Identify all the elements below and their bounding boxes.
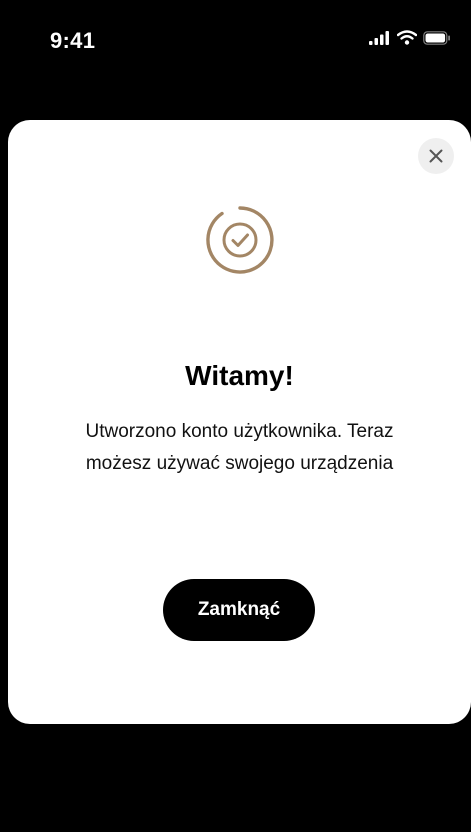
wifi-icon [397,30,417,45]
close-dialog-button[interactable]: Zamknąć [163,579,315,641]
check-circle-icon [206,206,274,274]
close-icon [429,149,443,163]
dialog-title: Witamy! [185,360,294,391]
status-bar: 9:41 [0,0,471,80]
close-button[interactable] [418,138,454,174]
welcome-dialog: Witamy! Utworzono konto użytkownika. Ter… [8,120,471,724]
battery-icon [423,30,450,45]
status-time: 9:41 [50,28,96,53]
app-screen: 9:41 Witamy! Utworzono konto użytkownika… [0,0,471,832]
status-icons [369,30,451,45]
dialog-message: Utworzono konto użytkownika. Teraz możes… [85,421,394,474]
signal-icon [369,30,389,45]
